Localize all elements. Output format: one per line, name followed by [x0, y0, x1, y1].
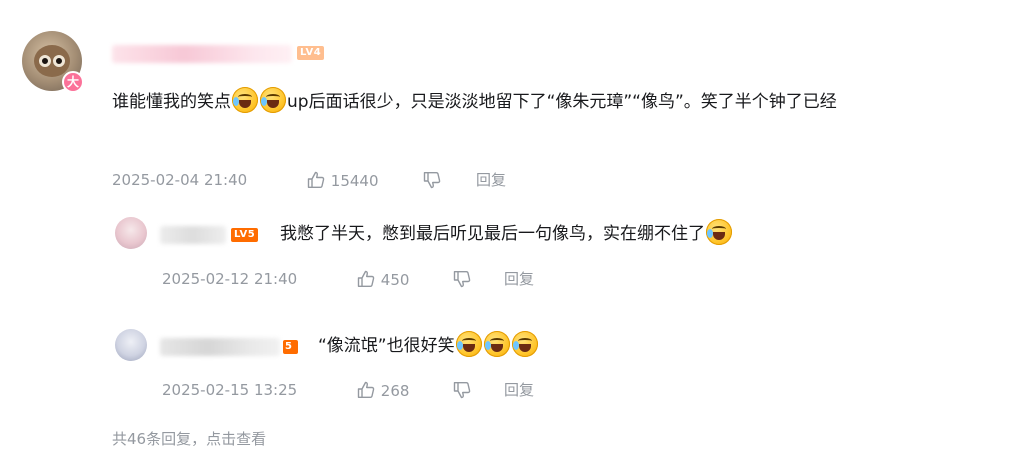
comment-time: 2025-02-04 21:40	[112, 171, 248, 189]
dislike-button[interactable]	[452, 269, 472, 294]
avatar[interactable]	[115, 329, 147, 361]
thumbs-up-icon	[356, 269, 376, 294]
laughing-crying-emoji-icon	[511, 331, 538, 357]
like-count: 268	[380, 382, 410, 400]
username-blurred[interactable]	[160, 338, 280, 356]
level-badge: LV4	[297, 46, 325, 60]
reply-time: 2025-02-12 21:40	[162, 270, 298, 288]
level-badge: 5	[283, 340, 298, 354]
laughing-crying-emoji-icon	[706, 219, 732, 245]
thumbs-up-icon	[306, 170, 326, 195]
fan-badge: 大	[62, 71, 84, 93]
reply-text: “像流氓”也很好笑	[318, 330, 539, 362]
comment-text-part: up后面话很少，只是淡淡地留下了“像朱元璋”“像鸟”。笑了半个钟了已经	[287, 92, 837, 112]
like-count: 15440	[330, 172, 379, 190]
laughing-crying-emoji-icon	[455, 331, 482, 357]
reply-time: 2025-02-15 13:25	[162, 381, 298, 399]
like-button[interactable]: 15440	[306, 170, 379, 195]
username-blurred[interactable]	[112, 45, 292, 63]
like-button[interactable]: 450	[356, 269, 409, 294]
laughing-crying-emoji-icon	[232, 87, 258, 113]
like-count: 450	[380, 271, 410, 289]
thumbs-down-icon	[422, 170, 442, 195]
dislike-button[interactable]	[422, 170, 442, 195]
thumbs-down-icon	[452, 269, 472, 294]
avatar-eye-right	[53, 55, 65, 67]
reply-text-part: 我憋了半天，憋到最后听见最后一句像鸟，实在绷不住了	[280, 224, 705, 244]
dislike-button[interactable]	[452, 380, 472, 405]
laughing-crying-emoji-icon	[483, 331, 510, 357]
reply-text: 我憋了半天，憋到最后听见最后一句像鸟，实在绷不住了	[280, 218, 733, 250]
laughing-crying-emoji-icon	[260, 87, 286, 113]
reply-text-part: “像流氓”也很好笑	[318, 336, 455, 356]
reply-button[interactable]: 回复	[504, 269, 534, 289]
thumbs-down-icon	[452, 380, 472, 405]
avatar[interactable]	[115, 217, 147, 249]
username-blurred[interactable]	[160, 226, 226, 244]
comment-text: 谁能懂我的笑点 up后面话很少，只是淡淡地留下了“像朱元璋”“像鸟”。笑了半个钟了…	[112, 86, 1002, 118]
like-button[interactable]: 268	[356, 380, 409, 405]
avatar-eye-left	[39, 55, 51, 67]
reply-button[interactable]: 回复	[504, 380, 534, 400]
view-more-replies-link[interactable]: 共46条回复，点击查看	[112, 428, 266, 449]
reply-button[interactable]: 回复	[476, 170, 506, 190]
thumbs-up-icon	[356, 380, 376, 405]
comment-text-part: 谁能懂我的笑点	[112, 92, 231, 112]
level-badge: LV5	[231, 228, 259, 242]
